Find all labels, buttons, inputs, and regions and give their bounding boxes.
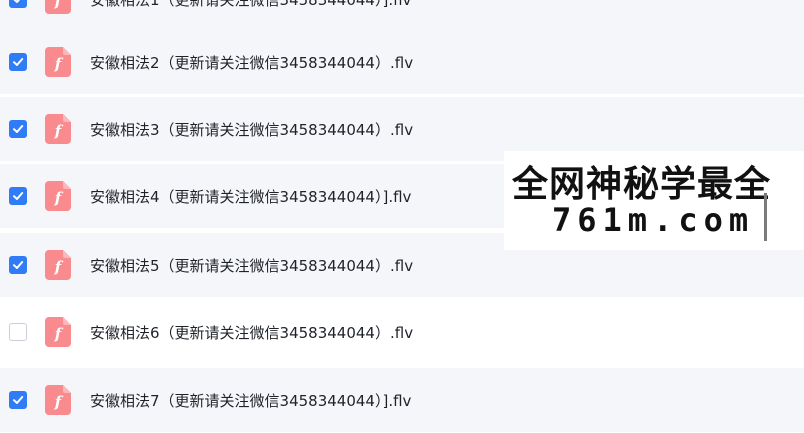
checkmark-icon — [13, 192, 24, 200]
row-checkbox[interactable] — [9, 120, 27, 138]
watermark-divider — [764, 193, 767, 241]
checkmark-icon — [13, 58, 24, 66]
watermark: 全网神秘学最全 761m.com — [504, 151, 804, 250]
checkmark-icon — [13, 125, 24, 133]
row-checkbox[interactable] — [9, 323, 27, 341]
row-checkbox[interactable] — [9, 391, 27, 409]
file-name[interactable]: 安徽相法3（更新请关注微信3458344044）.flv — [90, 119, 413, 140]
flash-file-icon: f — [45, 181, 71, 211]
file-name[interactable]: 安徽相法1（更新请关注微信3458344044）].flv — [90, 0, 411, 10]
file-name[interactable]: 安徽相法5（更新请关注微信3458344044）.flv — [90, 255, 413, 276]
file-name[interactable]: 安徽相法7（更新请关注微信3458344044）].flv — [90, 390, 411, 411]
flash-file-icon: f — [45, 0, 71, 14]
checkmark-icon — [13, 396, 24, 404]
watermark-url: 761m.com — [552, 201, 755, 239]
flash-file-icon: f — [45, 385, 71, 415]
file-row[interactable]: f 安徽相法7（更新请关注微信3458344044）].flv — [0, 368, 804, 432]
flash-file-icon: f — [45, 250, 71, 280]
checkmark-icon — [13, 261, 24, 269]
file-name[interactable]: 安徽相法4（更新请关注微信3458344044）].flv — [90, 186, 411, 207]
file-name[interactable]: 安徽相法6（更新请关注微信3458344044）.flv — [90, 322, 413, 343]
row-checkbox[interactable] — [9, 0, 27, 8]
flash-file-icon: f — [45, 47, 71, 77]
file-row[interactable]: f 安徽相法6（更新请关注微信3458344044）.flv — [0, 300, 804, 364]
file-name[interactable]: 安徽相法2（更新请关注微信3458344044）.flv — [90, 52, 413, 73]
watermark-title: 全网神秘学最全 — [512, 164, 772, 205]
row-checkbox[interactable] — [9, 53, 27, 71]
flash-file-icon: f — [45, 317, 71, 347]
file-row[interactable]: f 安徽相法2（更新请关注微信3458344044）.flv — [0, 30, 804, 94]
row-checkbox[interactable] — [9, 187, 27, 205]
file-row[interactable]: f 安徽相法1（更新请关注微信3458344044）].flv — [0, 0, 804, 31]
row-checkbox[interactable] — [9, 256, 27, 274]
checkmark-icon — [13, 0, 21, 3]
flash-file-icon: f — [45, 114, 71, 144]
